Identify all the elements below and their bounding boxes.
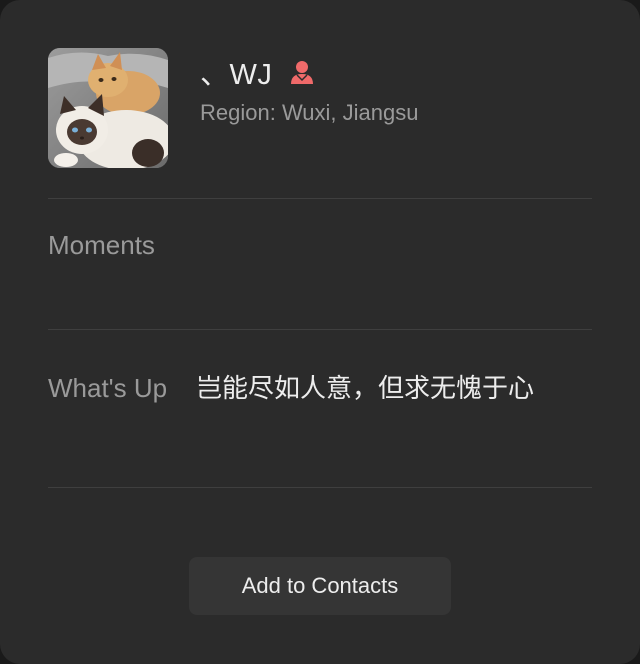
avatar[interactable] xyxy=(48,48,168,168)
add-to-contacts-button[interactable]: Add to Contacts xyxy=(189,557,451,615)
region-text: Region: Wuxi, Jiangsu xyxy=(200,100,419,125)
name-row: 、WJ xyxy=(200,52,316,92)
whats-up-value: 岂能尽如人意，但求无愧于心 xyxy=(196,373,535,403)
divider xyxy=(48,329,592,330)
moments-label[interactable]: Moments xyxy=(48,224,168,266)
female-icon xyxy=(288,58,316,86)
contact-name: 、WJ xyxy=(200,59,273,91)
whats-up-label: What's Up xyxy=(48,373,168,403)
divider xyxy=(48,198,592,199)
cat-photo xyxy=(48,48,168,168)
divider xyxy=(48,487,592,488)
profile-card: 、WJ Region: Wuxi, Jiangsu Moments What's… xyxy=(0,0,640,664)
